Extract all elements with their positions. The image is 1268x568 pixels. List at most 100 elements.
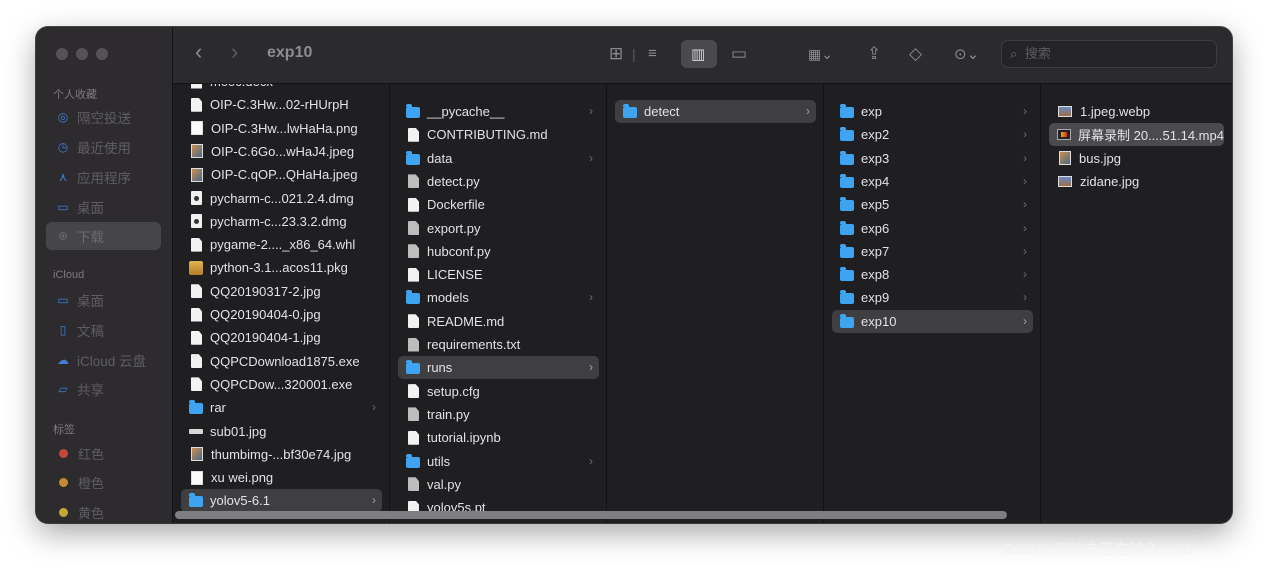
image-file-icon (191, 121, 203, 136)
folder-row[interactable]: exp6 › (832, 217, 1033, 240)
sidebar-item-icloud-drive[interactable]: ☁ iCloud 云盘 (46, 346, 161, 374)
file-row[interactable]: python-3.1...acos11.pkg (181, 256, 382, 279)
sidebar-item-label: 共享 (77, 383, 104, 398)
sidebar-tag-orange[interactable]: 橙色 (46, 468, 161, 496)
file-row[interactable]: zidane.jpg (1049, 170, 1224, 193)
horizontal-scrollbar[interactable] (175, 511, 1007, 519)
file-row[interactable]: pygame-2...._x86_64.whl (181, 233, 382, 256)
minimize-button[interactable] (76, 48, 88, 60)
group-by-icon[interactable]: ▦⌄ (808, 46, 833, 63)
file-row[interactable]: requirements.txt (398, 333, 599, 356)
file-row[interactable]: thumbimg-...bf30e74.jpg (181, 443, 382, 466)
sidebar-item-label: 桌面 (77, 294, 104, 309)
file-row[interactable]: sub01.jpg (181, 420, 382, 443)
folder-row[interactable]: utils › (398, 450, 599, 473)
folder-row[interactable]: yolov5-6.1 › (181, 489, 382, 513)
folder-row[interactable]: runs › (398, 356, 599, 380)
item-name: tutorial.ipynb (427, 430, 501, 446)
icon-view-icon[interactable]: ⊞ (609, 44, 623, 64)
file-row[interactable]: OIP-C.qOP...QHaHa.jpeg (181, 163, 382, 186)
sidebar-item-downloads[interactable]: ⊕ 下载 (46, 222, 161, 250)
sidebar-tag-yellow[interactable]: 黄色 (46, 498, 161, 523)
folder-row[interactable]: models › (398, 286, 599, 309)
share-icon[interactable]: ⇪ (867, 44, 881, 64)
item-name: exp4 (861, 173, 890, 189)
item-name: QQ20190404-1.jpg (210, 330, 321, 346)
file-row[interactable]: detect.py (398, 170, 599, 193)
file-row[interactable]: mooc.docx (181, 84, 382, 93)
item-name: exp5 (861, 197, 890, 213)
file-row[interactable]: OIP-C.3Hw...lwHaHa.png (181, 117, 382, 140)
file-row[interactable]: QQ20190404-0.jpg (181, 303, 382, 326)
back-button[interactable]: ‹ (195, 39, 202, 65)
item-name: rar (210, 400, 226, 416)
file-row[interactable]: hubconf.py (398, 240, 599, 263)
file-row[interactable]: 屏幕录制 20....51.14.mp4 (1049, 123, 1224, 147)
column-view-button[interactable]: ▥ (681, 40, 717, 68)
folder-row[interactable]: exp10 › (832, 309, 1033, 333)
folder-row[interactable]: exp › (832, 100, 1033, 123)
file-row[interactable]: OIP-C.3Hw...02-rHUrpH (181, 93, 382, 116)
file-row[interactable]: export.py (398, 217, 599, 240)
file-row[interactable]: QQ20190404-1.jpg (181, 326, 382, 349)
sidebar-tag-red[interactable]: 红色 (46, 439, 161, 467)
folder-row[interactable]: exp3 › (832, 147, 1033, 170)
folder-icon (406, 290, 420, 305)
sidebar-item-label: 桌面 (77, 201, 104, 216)
file-row[interactable]: QQPCDow...320001.exe (181, 373, 382, 396)
gallery-view-icon[interactable]: ▭ (731, 44, 747, 64)
sidebar-item-documents[interactable]: ▯ 文稿 (46, 316, 161, 344)
disk-image-icon (191, 214, 202, 229)
chevron-right-icon: › (372, 493, 376, 508)
close-button[interactable] (56, 48, 68, 60)
file-row[interactable]: train.py (398, 403, 599, 426)
sidebar-item-shared[interactable]: ▱ 共享 (46, 375, 161, 403)
file-row[interactable]: pycharm-c...021.2.4.dmg (181, 187, 382, 210)
list-view-icon[interactable]: ≡ (648, 45, 657, 62)
file-row[interactable]: val.py (398, 473, 599, 496)
file-row[interactable]: 1.jpeg.webp (1049, 100, 1224, 123)
column-detect: exp › exp2 › exp3 › exp4 › exp5 › exp6 › exp7 › exp8 › e… (824, 84, 1041, 523)
folder-row[interactable]: exp4 › (832, 170, 1033, 193)
sidebar-item-desktop[interactable]: ▭ 桌面 (46, 193, 161, 221)
folder-row[interactable]: exp9 › (832, 286, 1033, 309)
sidebar-item-applications[interactable]: ⋏ 应用程序 (46, 163, 161, 191)
document-icon (408, 267, 419, 282)
file-row[interactable]: bus.jpg (1049, 147, 1224, 170)
folder-row[interactable]: __pycache__ › (398, 100, 599, 123)
file-row[interactable]: OIP-C.6Go...wHaJ4.jpeg (181, 140, 382, 163)
folder-row[interactable]: data › (398, 147, 599, 170)
sidebar-item-icloud-desktop[interactable]: ▭ 桌面 (46, 286, 161, 314)
script-file-icon (408, 477, 419, 492)
folder-row[interactable]: detect › (615, 100, 816, 123)
folder-row[interactable]: exp2 › (832, 123, 1033, 146)
search-input[interactable]: 搜索 (1025, 46, 1051, 61)
image-file-icon (191, 144, 203, 159)
document-icon: ▯ (59, 323, 67, 337)
folder-row[interactable]: exp8 › (832, 263, 1033, 286)
folder-row[interactable]: rar › (181, 396, 382, 419)
sidebar-item-airdrop[interactable]: ◎ 隔空投送 (46, 103, 161, 131)
file-row[interactable]: README.md (398, 310, 599, 333)
file-row[interactable]: LICENSE (398, 263, 599, 286)
file-row[interactable]: CONTRIBUTING.md (398, 123, 599, 146)
file-row[interactable]: Dockerfile (398, 193, 599, 216)
file-row[interactable]: xu wei.png (181, 466, 382, 489)
file-row[interactable]: QQ20190317-2.jpg (181, 280, 382, 303)
sidebar-item-recents[interactable]: ◷ 最近使用 (46, 133, 161, 161)
zoom-button[interactable] (96, 48, 108, 60)
forward-button[interactable]: › (231, 39, 238, 65)
tag-icon[interactable]: ◇ (909, 44, 922, 64)
more-actions-icon[interactable]: ⊙⌄ (954, 45, 979, 63)
favorites-header: 个人收藏 (53, 89, 97, 101)
item-name: QQPCDow...320001.exe (210, 376, 353, 392)
folder-row[interactable]: exp7 › (832, 240, 1033, 263)
file-row[interactable]: tutorial.ipynb (398, 426, 599, 449)
file-row[interactable]: setup.cfg (398, 380, 599, 403)
folder-row[interactable]: exp5 › (832, 193, 1033, 216)
chevron-right-icon: › (1023, 267, 1027, 282)
file-row[interactable]: pycharm-c...23.3.2.dmg (181, 210, 382, 233)
search-field[interactable]: ⌕ 搜索 (1001, 40, 1217, 68)
chevron-right-icon: › (1023, 243, 1027, 258)
file-row[interactable]: QQPCDownload1875.exe (181, 350, 382, 373)
